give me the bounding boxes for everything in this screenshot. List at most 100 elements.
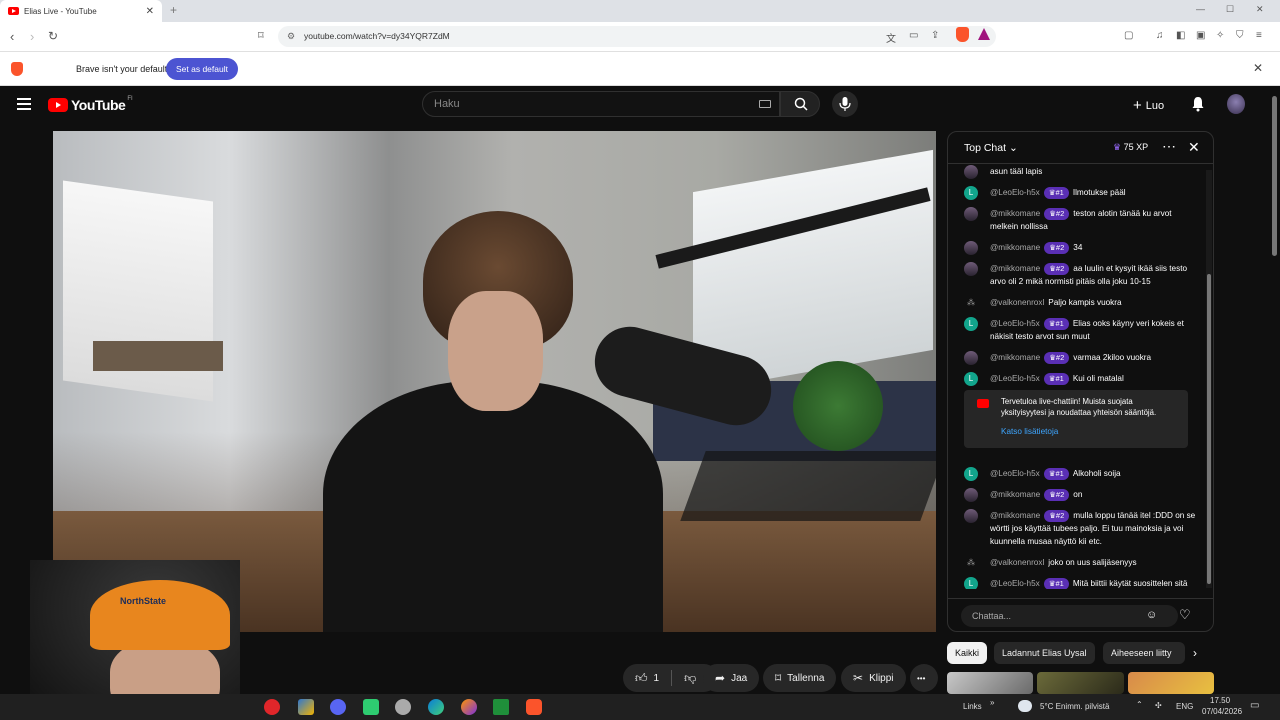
split-view-icon[interactable]: ◧ — [1176, 30, 1185, 41]
wallet-icon[interactable]: ▣ — [1196, 30, 1205, 41]
chat-scroll-thumb[interactable] — [1207, 274, 1211, 584]
notifications-bell-icon[interactable] — [1190, 96, 1206, 112]
cast-icon[interactable]: ▭ — [909, 30, 918, 41]
like-count[interactable]: 1 — [654, 673, 660, 684]
browser-tab[interactable]: Elias Live - YouTube ✕ — [0, 0, 162, 22]
chat-avatar[interactable]: ⁂ — [964, 296, 978, 310]
chat-avatar[interactable]: L — [964, 577, 978, 589]
search-input[interactable]: Haku — [422, 91, 780, 117]
chat-author[interactable]: @valkonenroxl — [990, 298, 1044, 307]
chevron-icon[interactable]: » — [990, 698, 994, 707]
chat-more-icon[interactable]: ⋯ — [1162, 138, 1176, 155]
page-scroll-thumb[interactable] — [1272, 96, 1277, 256]
related-thumbnail[interactable] — [1037, 672, 1124, 694]
minimize-icon[interactable]: — — [1196, 4, 1205, 14]
related-thumbnail[interactable] — [947, 672, 1034, 694]
chat-avatar[interactable] — [964, 509, 978, 523]
extensions-icon[interactable]: ✧ — [1216, 30, 1224, 41]
infobar-close-icon[interactable]: ✕ — [1253, 61, 1263, 75]
chat-author[interactable]: @mikkomane — [990, 264, 1040, 273]
chat-author[interactable]: @mikkomane — [990, 511, 1040, 520]
media-icon[interactable]: ♫ — [1156, 30, 1164, 41]
chat-mode-dropdown[interactable]: Top Chat ⌄ — [964, 142, 1018, 154]
keyboard-icon[interactable] — [759, 100, 771, 108]
youtube-logo[interactable]: YouTube FI — [48, 96, 133, 113]
chat-author[interactable]: @LeoElo-h5x — [990, 579, 1040, 588]
opera-icon[interactable] — [264, 699, 280, 715]
xp-badge[interactable]: ♛ 75 XP — [1113, 142, 1148, 153]
chat-avatar[interactable] — [964, 351, 978, 365]
clip-button[interactable]: ✂ Klippi — [841, 664, 906, 692]
chip-next-icon[interactable]: › — [1193, 646, 1197, 660]
voice-search-button[interactable] — [832, 91, 858, 117]
translate-icon[interactable]: 文 — [886, 30, 896, 45]
links-toolbar[interactable]: Links — [963, 702, 982, 711]
clock-time[interactable]: 17.50 — [1210, 696, 1230, 705]
chat-avatar[interactable] — [964, 241, 978, 255]
chat-scrollbar[interactable] — [1206, 170, 1212, 588]
share-icon[interactable]: ⇪ — [931, 30, 939, 41]
weather-text[interactable]: 5°C Enimm. pilvistä — [1040, 702, 1109, 711]
network-icon[interactable]: ✣ — [1155, 701, 1162, 710]
chat-avatar[interactable] — [964, 207, 978, 221]
heart-icon[interactable]: ♡ — [1179, 607, 1191, 623]
chat-avatar[interactable] — [964, 165, 978, 179]
related-thumbnail[interactable] — [1127, 672, 1214, 694]
chat-author[interactable]: @mikkomane — [990, 353, 1040, 362]
tray-expand-icon[interactable]: ⌃ — [1136, 700, 1143, 709]
clock-date[interactable]: 07/04/2026 — [1202, 707, 1242, 716]
dislike-icon[interactable]: 👎︎ — [684, 671, 696, 686]
share-button[interactable]: ➦ Jaa — [703, 664, 760, 692]
more-actions-button[interactable]: ••• — [910, 664, 938, 692]
sidebar-icon[interactable]: ▢ — [1124, 30, 1133, 41]
video-player[interactable] — [53, 131, 936, 632]
chat-author[interactable]: @valkonenroxl — [990, 558, 1044, 567]
emoji-icon[interactable]: ☺ — [1146, 609, 1157, 621]
bookmark-icon[interactable]: ⌑ — [258, 29, 264, 42]
brave-shields-icon[interactable] — [956, 27, 969, 42]
chat-author[interactable]: @LeoElo-h5x — [990, 469, 1040, 478]
chat-author[interactable]: @LeoElo-h5x — [990, 319, 1040, 328]
maximize-icon[interactable]: ☐ — [1226, 4, 1234, 15]
create-button[interactable]: + Luo — [1133, 96, 1164, 114]
chat-avatar[interactable]: L — [964, 467, 978, 481]
back-icon[interactable]: ‹ — [10, 29, 14, 44]
notice-learn-more-link[interactable]: Katso lisätietoja — [1001, 426, 1178, 437]
vpn-icon[interactable]: ⛉ — [1236, 30, 1244, 41]
edge-icon[interactable] — [428, 699, 444, 715]
chat-avatar[interactable] — [964, 262, 978, 276]
save-button[interactable]: ⌑ Tallenna — [763, 664, 837, 692]
site-info-icon[interactable]: ⚙ — [287, 26, 295, 47]
forward-icon[interactable]: › — [30, 29, 34, 44]
terminal-icon[interactable] — [493, 699, 509, 715]
chat-author[interactable]: @mikkomane — [990, 243, 1040, 252]
menu-icon[interactable]: ≡ — [1256, 30, 1262, 41]
notifications-icon[interactable]: ▭ — [1250, 700, 1259, 711]
window-close-icon[interactable]: ✕ — [1256, 4, 1264, 15]
chip-related[interactable]: Aiheeseen liitty — [1103, 642, 1185, 664]
page-scrollbar[interactable] — [1269, 86, 1280, 694]
new-tab-button[interactable]: + — [170, 3, 177, 17]
app-icon[interactable] — [363, 699, 379, 715]
brave-taskbar-icon[interactable] — [526, 699, 542, 715]
shield-app-icon[interactable] — [395, 699, 411, 715]
set-as-default-button[interactable]: Set as default — [166, 58, 238, 80]
chat-avatar[interactable]: L — [964, 186, 978, 200]
search-button[interactable] — [780, 91, 820, 117]
discord-icon[interactable] — [330, 699, 346, 715]
chat-author[interactable]: @mikkomane — [990, 490, 1040, 499]
chat-avatar[interactable]: ⁂ — [964, 556, 978, 570]
language-indicator[interactable]: ENG — [1176, 702, 1193, 711]
chip-all[interactable]: Kaikki — [947, 642, 988, 664]
like-icon[interactable]: 👍︎ — [635, 671, 648, 686]
tab-close-icon[interactable]: ✕ — [146, 6, 154, 17]
chat-avatar[interactable]: L — [964, 372, 978, 386]
chip-uploaded-by[interactable]: Ladannut Elias Uysal — [994, 642, 1095, 664]
brave-rewards-icon[interactable] — [978, 28, 990, 40]
guide-menu-icon[interactable] — [17, 98, 31, 110]
reload-icon[interactable]: ↻ — [48, 29, 58, 43]
office-icon[interactable] — [298, 699, 314, 715]
chat-author[interactable]: @LeoElo-h5x — [990, 374, 1040, 383]
chat-author[interactable]: @mikkomane — [990, 209, 1040, 218]
chat-avatar[interactable] — [964, 488, 978, 502]
